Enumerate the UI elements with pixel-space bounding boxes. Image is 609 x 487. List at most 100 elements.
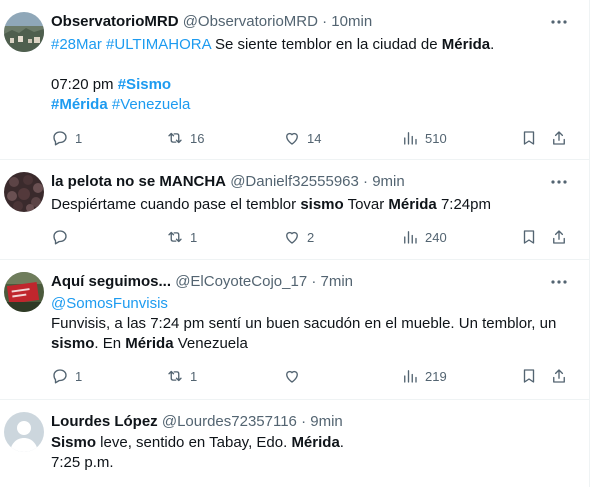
text-segment: Funvisis, a las 7:24 pm sentí un buen sa… [51, 315, 557, 332]
views-button[interactable]: 219 [401, 366, 447, 386]
view-count: 510 [425, 130, 447, 146]
user-handle[interactable]: @Danielf32555963 [230, 173, 359, 190]
reply-icon [53, 230, 67, 245]
like-count: 2 [307, 229, 315, 245]
display-name[interactable]: ObservatorioMRD [51, 13, 179, 30]
share-icon [553, 230, 565, 244]
display-name[interactable]: la pelota no se MANCHA [51, 173, 226, 190]
user-handle[interactable]: @Lourdes72357116 [162, 413, 297, 430]
text-segment: Venezuela [173, 335, 248, 352]
share-button[interactable] [550, 366, 568, 386]
text-segment: 07:20 pm [51, 76, 118, 93]
bookmark-button[interactable] [520, 227, 538, 247]
avatar-protest-image [4, 272, 44, 312]
reply-button[interactable] [51, 227, 75, 247]
bold-text: sismo [51, 335, 95, 352]
tweet-text: #28Mar #ULTIMAHORA Se siente temblor en … [51, 35, 569, 115]
tweet-header: la pelota no se MANCHA @Danielf32555963 … [51, 172, 405, 192]
bold-text: Mérida [291, 434, 340, 451]
hashtag-link[interactable]: #28Mar [51, 36, 102, 53]
reply-button[interactable]: 1 [51, 366, 82, 386]
views-button[interactable]: 510 [401, 128, 447, 148]
avatar[interactable] [4, 272, 44, 312]
reply-count: 1 [75, 368, 83, 384]
action-bar: 1 1 219 [51, 366, 571, 386]
user-handle[interactable]: @ElCoyoteCojo_17 [175, 273, 307, 290]
display-name[interactable]: Lourdes López [51, 413, 158, 430]
share-button[interactable] [550, 128, 568, 148]
bold-text: Sismo [51, 434, 97, 451]
retweet-button[interactable]: 1 [166, 227, 197, 247]
hashtag-link[interactable]: #Mérida [51, 96, 108, 113]
view-count: 240 [425, 229, 447, 245]
more-icon[interactable] [549, 272, 569, 292]
retweet-button[interactable]: 1 [166, 366, 197, 386]
retweet-icon [168, 370, 182, 382]
tweet[interactable]: la pelota no se MANCHA @Danielf32555963 … [0, 160, 589, 260]
timestamp[interactable]: · 7min [311, 273, 353, 290]
reply-button[interactable]: 1 [51, 128, 82, 148]
bold-text: Mérida [125, 335, 174, 352]
like-button[interactable]: 2 [283, 227, 314, 247]
bold-text: sismo [300, 196, 344, 213]
bookmark-icon [523, 230, 535, 244]
display-name[interactable]: Aquí seguimos... [51, 273, 171, 290]
reply-icon [53, 369, 67, 384]
hashtag-link[interactable]: #Venezuela [112, 96, 190, 113]
timestamp[interactable]: · 9min [363, 173, 405, 190]
tweet[interactable]: ObservatorioMRD @ObservatorioMRD · 10min… [0, 0, 589, 160]
text-segment: . [339, 434, 344, 451]
heart-icon [286, 132, 298, 145]
heart-icon [286, 231, 298, 244]
avatar[interactable] [4, 412, 44, 452]
more-icon[interactable] [549, 172, 569, 192]
share-button[interactable] [550, 227, 568, 247]
text-segment: leve, sentido en Tabay, Edo. [96, 434, 292, 451]
tweet-header: ObservatorioMRD @ObservatorioMRD · 10min [51, 12, 372, 32]
bookmark-icon [523, 131, 535, 145]
retweet-button[interactable]: 16 [166, 128, 204, 148]
text-segment: Se siente temblor en la ciudad de [210, 36, 442, 53]
default-avatar-icon [4, 412, 44, 452]
share-icon [553, 131, 565, 145]
like-button[interactable] [283, 366, 307, 386]
reply-count: 1 [75, 130, 83, 146]
tweet[interactable]: Lourdes López @Lourdes72357116 · 9min Si… [0, 400, 589, 487]
views-button[interactable]: 240 [401, 227, 447, 247]
text-segment: . [490, 36, 495, 53]
tweet-text: @SomosFunvisis Funvisis, a las 7:24 pm s… [51, 294, 569, 354]
tweet-text: Despiértame cuando pase el temblor sismo… [51, 195, 569, 215]
tweet-header: Aquí seguimos... @ElCoyoteCojo_17 · 7min [51, 272, 353, 292]
text-segment: 7:24pm [436, 196, 491, 213]
more-icon[interactable] [549, 12, 569, 32]
hashtag-link[interactable]: #ULTIMAHORA [106, 36, 211, 53]
views-icon [404, 231, 417, 244]
tweet-text: Sismo leve, sentido en Tabay, Edo. Mérid… [51, 433, 569, 473]
timestamp[interactable]: · 9min [301, 413, 343, 430]
user-handle[interactable]: @ObservatorioMRD [183, 13, 318, 30]
tweet[interactable]: Aquí seguimos... @ElCoyoteCojo_17 · 7min… [0, 260, 589, 400]
avatar-city-image [4, 12, 44, 52]
retweet-count: 16 [190, 130, 205, 146]
action-bar: 1 2 240 [51, 227, 571, 247]
text-segment: . En [94, 335, 126, 352]
reply-icon [53, 131, 67, 146]
timestamp[interactable]: · 10min [322, 13, 372, 30]
bookmark-button[interactable] [520, 366, 538, 386]
share-icon [553, 369, 565, 383]
tweet-feed: ObservatorioMRD @ObservatorioMRD · 10min… [0, 0, 590, 487]
action-bar: 1 16 14 510 [51, 128, 571, 148]
avatar[interactable] [4, 12, 44, 52]
avatar[interactable] [4, 172, 44, 212]
hashtag-link[interactable]: #Sismo [118, 76, 171, 93]
retweet-icon [168, 132, 182, 144]
bookmark-button[interactable] [520, 128, 538, 148]
text-segment: Despiértame cuando pase el temblor [51, 196, 301, 213]
like-button[interactable]: 14 [283, 128, 321, 148]
retweet-count: 1 [190, 368, 198, 384]
text-segment: 7:25 p.m. [51, 454, 114, 471]
mention-link[interactable]: @SomosFunvisis [51, 295, 168, 312]
views-icon [404, 370, 417, 383]
view-count: 219 [425, 368, 447, 384]
heart-icon [286, 370, 298, 383]
